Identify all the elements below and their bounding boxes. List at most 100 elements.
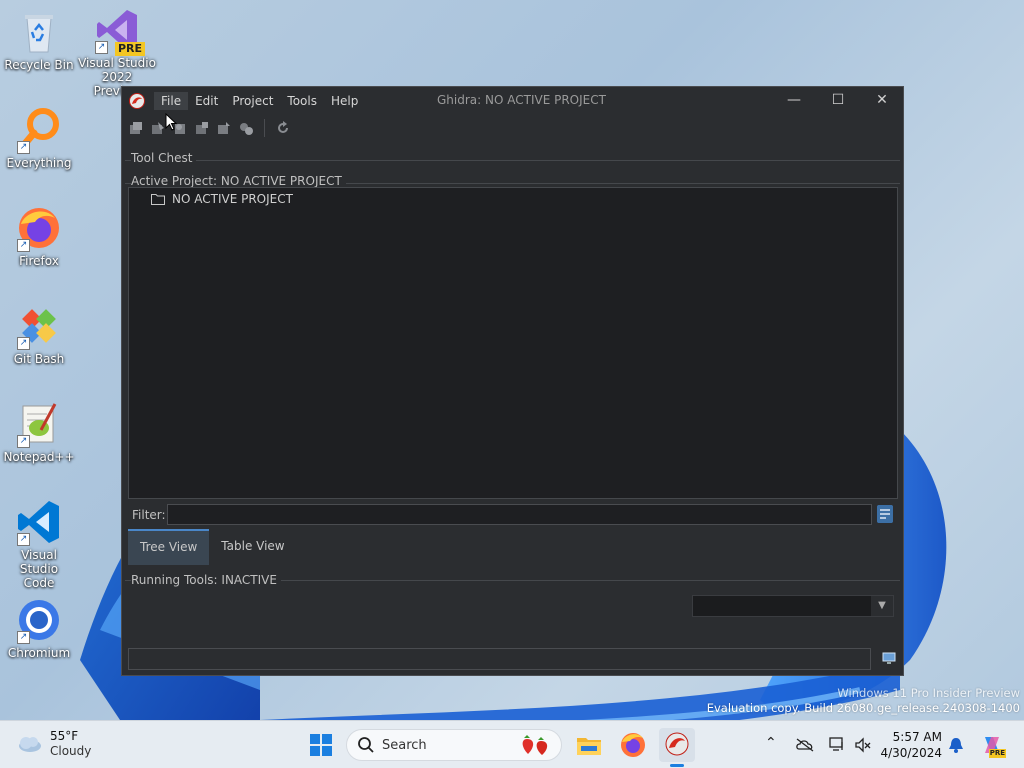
- tool-chest-section: Tool Chest: [125, 151, 900, 165]
- vscode-icon: ↗: [15, 498, 63, 546]
- shortcut-arrow-icon: ↗: [17, 631, 30, 644]
- start-button-icon[interactable]: [305, 729, 337, 761]
- network-icon[interactable]: [828, 736, 846, 754]
- running-tools-combo[interactable]: ▼: [692, 595, 894, 617]
- shortcut-arrow-icon: ↗: [17, 435, 30, 448]
- recycle-bin-icon: [25, 15, 53, 53]
- weather-condition: Cloudy: [50, 744, 92, 758]
- tree-root-label: NO ACTIVE PROJECT: [172, 192, 293, 206]
- onedrive-icon[interactable]: [795, 737, 815, 753]
- shortcut-arrow-icon: ↗: [17, 141, 30, 154]
- tool-icon-5[interactable]: [216, 120, 232, 136]
- visual-studio-preview-icon: PRE ↗: [93, 6, 145, 56]
- desktop-icon-everything[interactable]: ↗ Everything: [3, 106, 75, 170]
- shortcut-arrow-icon: ↗: [17, 239, 30, 252]
- tab-tree-view[interactable]: Tree View: [128, 529, 210, 565]
- desktop-icon-firefox[interactable]: ↗ Firefox: [3, 204, 75, 268]
- strawberry-icon: [522, 735, 548, 755]
- windows-watermark: Windows 11 Pro Insider Preview Evaluatio…: [707, 686, 1020, 716]
- ghidra-logo-icon: [129, 93, 145, 109]
- shortcut-arrow-icon: ↗: [17, 337, 30, 350]
- clock-time: 5:57 AM: [892, 730, 942, 744]
- tree-root-node[interactable]: NO ACTIVE PROJECT: [151, 192, 293, 206]
- minimize-button[interactable]: —: [772, 87, 816, 113]
- taskbar-search[interactable]: Search: [346, 729, 562, 761]
- desktop-icon-label: Visual Studio Code: [19, 548, 59, 590]
- filter-options-icon[interactable]: [877, 505, 893, 523]
- notification-bell-icon[interactable]: [948, 736, 964, 754]
- desktop-icon-label: Chromium: [7, 646, 71, 660]
- desktop-icon-visual-studio-code[interactable]: ↗ Visual Studio Code: [3, 498, 75, 590]
- cloudy-icon: [19, 737, 41, 752]
- chevron-down-icon[interactable]: ▼: [871, 596, 893, 616]
- ghidra-taskbar-icon: [665, 732, 689, 756]
- running-tools-label: Running Tools: INACTIVE: [131, 573, 281, 587]
- tab-table-view[interactable]: Table View: [209, 529, 296, 565]
- everything-icon: ↗: [15, 106, 63, 154]
- open-project-icon[interactable]: [128, 120, 144, 136]
- status-bar: [128, 648, 871, 670]
- ghidra-project-window: File Edit Project Tools Help Ghidra: NO …: [121, 86, 904, 676]
- tool-icon-2[interactable]: [150, 120, 166, 136]
- shortcut-arrow-icon: ↗: [95, 41, 108, 54]
- view-tabs: Tree View Table View: [128, 529, 897, 565]
- menu-tools[interactable]: Tools: [280, 92, 324, 110]
- close-button[interactable]: ✕: [860, 87, 904, 113]
- window-title: Ghidra: NO ACTIVE PROJECT: [437, 93, 606, 107]
- chromium-icon: ↗: [15, 596, 63, 644]
- menu-project[interactable]: Project: [225, 92, 280, 110]
- ghidra-taskbar-button[interactable]: [659, 728, 695, 767]
- running-indicator: [670, 764, 684, 767]
- filter-label: Filter:: [132, 508, 166, 522]
- copilot-pre-badge: PRE: [988, 749, 1006, 758]
- watermark-line-1: Windows 11 Pro Insider Preview: [837, 686, 1020, 700]
- clock-date: 4/30/2024: [880, 746, 942, 760]
- search-icon: [358, 737, 374, 753]
- firefox-taskbar-icon[interactable]: [617, 729, 649, 761]
- toolbar-separator: [264, 119, 265, 137]
- maximize-button[interactable]: ☐: [816, 87, 860, 113]
- filter-input[interactable]: [167, 504, 872, 525]
- watermark-line-2: Evaluation copy. Build 26080.ge_release.…: [706, 701, 1020, 715]
- shortcut-arrow-icon: ↗: [17, 533, 30, 546]
- preview-badge: PRE: [114, 42, 145, 56]
- folder-icon: [151, 194, 165, 205]
- toolbar: [128, 117, 291, 139]
- refresh-icon[interactable]: [275, 120, 291, 136]
- desktop-icon-git-bash[interactable]: ↗ Git Bash: [3, 302, 75, 366]
- active-project-label: Active Project: NO ACTIVE PROJECT: [131, 174, 346, 188]
- desktop-icon-chromium[interactable]: ↗ Chromium: [3, 596, 75, 660]
- tool-icon-4[interactable]: [194, 120, 210, 136]
- system-clock[interactable]: 5:57 AM 4/30/2024: [880, 729, 942, 761]
- desktop-icon-label: Everything: [6, 156, 72, 170]
- desktop-icon-label: Recycle Bin: [4, 58, 74, 72]
- desktop-icon-label: Firefox: [19, 254, 59, 268]
- running-tools-section: Running Tools: INACTIVE: [125, 573, 900, 587]
- menu-edit[interactable]: Edit: [188, 92, 225, 110]
- menu-bar: File Edit Project Tools Help: [154, 92, 365, 110]
- menu-file[interactable]: File: [154, 92, 189, 110]
- desktop-icon-recycle-bin[interactable]: Recycle Bin: [3, 8, 75, 72]
- weather-widget[interactable]: 55°F Cloudy: [16, 729, 91, 759]
- mouse-cursor-icon: [165, 113, 177, 131]
- weather-temp: 55°F: [50, 729, 79, 743]
- tool-chest-label: Tool Chest: [131, 151, 197, 165]
- menu-help[interactable]: Help: [324, 92, 365, 110]
- firefox-icon: ↗: [15, 204, 63, 252]
- taskbar: 55°F Cloudy Search ⌃ 5:57 AM 4/30/2024 P…: [0, 720, 1024, 768]
- desktop-icon-visual-studio-2022-preview[interactable]: PRE ↗ Visual Studio 2022 Preview: [78, 6, 156, 98]
- copilot-button[interactable]: PRE: [980, 733, 1006, 758]
- search-placeholder: Search: [382, 738, 427, 753]
- volume-muted-icon[interactable]: [854, 736, 872, 754]
- chevron-up-icon[interactable]: ⌃: [765, 735, 777, 751]
- tool-icon-6[interactable]: [238, 120, 254, 136]
- desktop-icon-label: Notepad++: [3, 450, 75, 464]
- desktop-icon-notepad-plus-plus[interactable]: ↗ Notepad++: [3, 400, 75, 464]
- file-explorer-icon[interactable]: [573, 729, 605, 761]
- title-bar[interactable]: File Edit Project Tools Help Ghidra: NO …: [122, 87, 903, 115]
- git-bash-icon: ↗: [15, 302, 63, 350]
- desktop-icon-label: Git Bash: [13, 352, 65, 366]
- console-icon[interactable]: [882, 651, 896, 665]
- project-tree[interactable]: NO ACTIVE PROJECT: [128, 187, 898, 499]
- notepad-plus-plus-icon: ↗: [15, 400, 63, 448]
